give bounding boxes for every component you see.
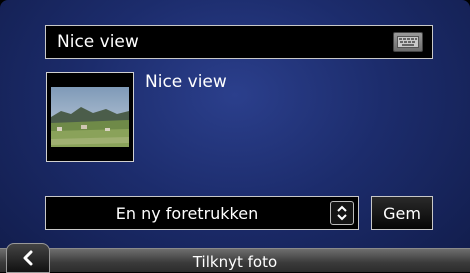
screen: Nice view Nice view En ny foretrukken Ge… xyxy=(0,0,470,273)
bottom-bar: Tilknyt foto xyxy=(0,243,470,273)
page-title: Tilknyt foto xyxy=(192,253,278,271)
name-input[interactable]: Nice view xyxy=(45,25,433,59)
photo-caption: Nice view xyxy=(145,72,227,92)
keyboard-icon[interactable] xyxy=(393,32,423,52)
category-select[interactable]: En ny foretrukken xyxy=(45,196,359,230)
category-select-value[interactable]: En ny foretrukken xyxy=(46,204,358,223)
photo-thumbnail[interactable] xyxy=(46,72,134,162)
name-input-value[interactable]: Nice view xyxy=(46,32,393,52)
save-button[interactable]: Gem xyxy=(371,196,433,230)
landscape-photo xyxy=(51,87,129,147)
up-down-arrows-icon[interactable] xyxy=(330,201,354,225)
